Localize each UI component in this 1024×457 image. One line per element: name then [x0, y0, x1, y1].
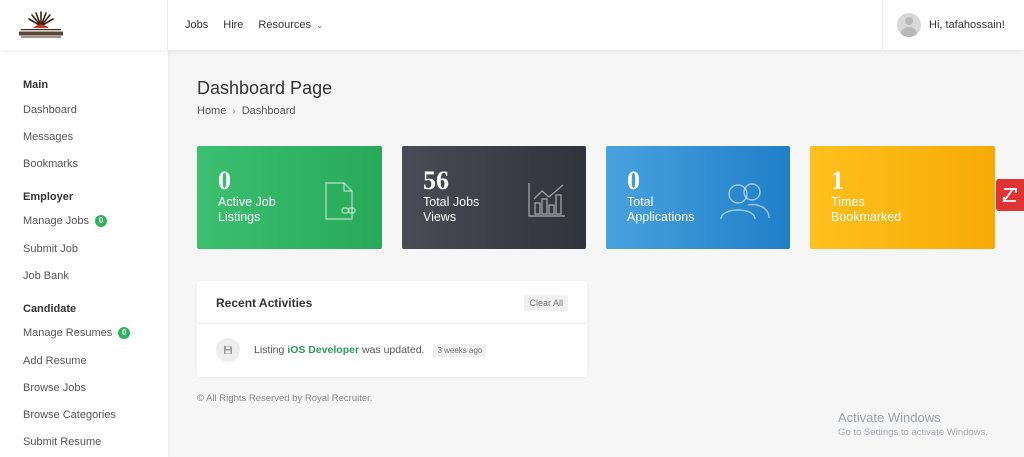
sidebar-item-messages[interactable]: Messages: [23, 131, 73, 143]
stat-label: Total Jobs Views: [423, 195, 480, 224]
breadcrumb-home[interactable]: Home: [197, 105, 226, 117]
sidebar-section-main: Main: [23, 79, 49, 91]
sidebar-item-manage-jobs[interactable]: Manage Jobs 0: [23, 215, 108, 227]
count-badge: 0: [95, 215, 108, 227]
stat-value: 0: [627, 166, 640, 195]
sidebar-section-employer: Employer: [23, 191, 74, 203]
user-menu[interactable]: Hi, tafahossain!: [882, 0, 1024, 50]
stat-card-active-listings: 0 Active Job Listings: [197, 146, 382, 249]
sidebar-item-job-bank[interactable]: Job Bank: [23, 270, 69, 282]
bar-chart-icon: [528, 183, 565, 217]
sidebar-item-submit-resume[interactable]: Submit Resume: [23, 436, 101, 448]
stat-label: Active Job Listings: [218, 195, 276, 224]
nav-resources[interactable]: Resources ⌄: [258, 19, 323, 31]
sidebar-item-dashboard[interactable]: Dashboard: [23, 104, 77, 116]
expand-button[interactable]: [996, 179, 1024, 211]
stat-label: Times Bookmarked: [831, 195, 902, 224]
chevron-down-icon: ⌄: [316, 19, 324, 30]
main-nav: Jobs Hire Resources ⌄: [185, 0, 339, 50]
panel-header: Recent Activities Clear All: [197, 281, 587, 324]
stat-value: 1: [831, 166, 844, 195]
sidebar: Main Dashboard Messages Bookmarks Employ…: [0, 50, 168, 457]
activity-text: Listing iOS Developer was updated.: [254, 344, 424, 356]
stat-card-bookmarked: 1 Times Bookmarked: [810, 146, 995, 249]
sidebar-item-add-resume[interactable]: Add Resume: [23, 355, 87, 367]
sidebar-item-manage-resumes[interactable]: Manage Resumes 0: [23, 327, 131, 339]
user-greeting[interactable]: Hi, tafahossain!: [929, 19, 1005, 31]
sidebar-item-label: Manage Jobs: [23, 215, 90, 227]
recent-activities-panel: Recent Activities Clear All Listing iOS …: [197, 281, 587, 377]
stat-card-job-views: 56 Total Jobs Views: [402, 146, 586, 249]
royal-recruiter-logo[interactable]: [17, 9, 65, 39]
activity-prefix: Listing: [254, 344, 285, 356]
sidebar-item-browse-jobs[interactable]: Browse Jobs: [23, 382, 86, 394]
sidebar-item-submit-job[interactable]: Submit Job: [23, 243, 78, 255]
stat-label: Total Applications: [627, 195, 695, 224]
activate-windows-title: Activate Windows: [838, 410, 941, 425]
logo-container[interactable]: [0, 0, 168, 50]
users-icon: [720, 183, 770, 220]
expand-icon: [1002, 188, 1017, 202]
activity-item: Listing iOS Developer was updated. 3 wee…: [216, 338, 487, 362]
breadcrumb-current: Dashboard: [241, 105, 296, 117]
count-badge: 0: [118, 327, 131, 339]
stat-card-applications: 0 Total Applications: [606, 146, 790, 249]
activity-link[interactable]: iOS Developer: [287, 344, 359, 356]
sidebar-item-browse-categories[interactable]: Browse Categories: [23, 409, 116, 421]
nav-resources-label: Resources: [258, 19, 311, 31]
top-header: Jobs Hire Resources ⌄ Hi, tafahossain!: [0, 0, 1024, 50]
chevron-right-icon: ›: [232, 105, 236, 117]
save-icon: [216, 338, 240, 362]
avatar[interactable]: [897, 13, 921, 37]
activate-windows-subtitle: Go to Settings to activate Windows.: [838, 427, 988, 438]
file-link-icon: [325, 182, 356, 220]
footer-copyright: © All Rights Reserved by Royal Recruiter…: [197, 393, 373, 404]
panel-title: Recent Activities: [216, 296, 313, 310]
clear-all-button[interactable]: Clear All: [524, 295, 568, 311]
sidebar-item-label: Manage Resumes: [23, 327, 113, 339]
sidebar-section-candidate: Candidate: [23, 303, 77, 315]
stat-value: 0: [218, 166, 231, 195]
activity-suffix: was updated.: [361, 344, 425, 356]
activity-time: 3 weeks ago: [433, 343, 487, 357]
page-title: Dashboard Page: [197, 78, 333, 98]
nav-hire[interactable]: Hire: [223, 19, 243, 31]
stat-value: 56: [423, 166, 449, 195]
sidebar-item-bookmarks[interactable]: Bookmarks: [23, 158, 78, 170]
nav-jobs[interactable]: Jobs: [185, 19, 208, 31]
breadcrumb: Home › Dashboard: [197, 105, 296, 117]
